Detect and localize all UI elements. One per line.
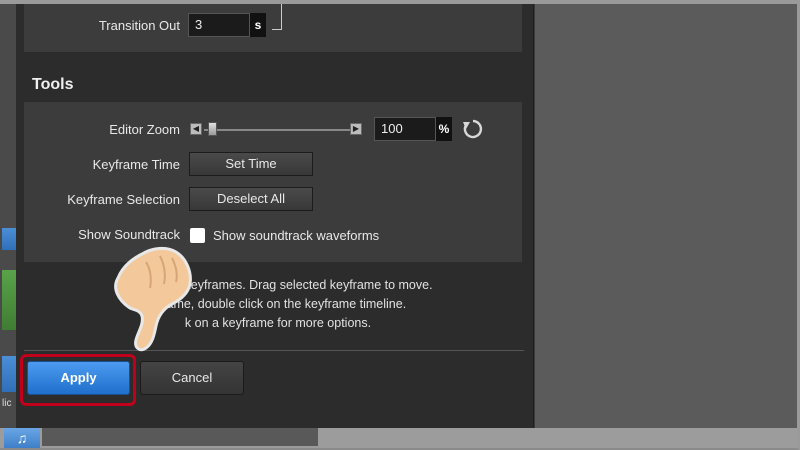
bottom-bar-segment bbox=[42, 428, 318, 446]
pointing-hand-icon bbox=[114, 246, 192, 352]
music-note-icon[interactable]: ♫ bbox=[4, 428, 40, 448]
right-preview-area bbox=[535, 4, 797, 428]
thumbnail-fragment[interactable] bbox=[2, 270, 16, 330]
transition-out-input[interactable]: 3 bbox=[188, 13, 250, 37]
editor-zoom-label: Editor Zoom bbox=[109, 122, 180, 137]
thumbnail-fragment[interactable] bbox=[2, 228, 16, 250]
bottom-status-bar: ♫ bbox=[0, 428, 800, 450]
apply-button[interactable]: Apply bbox=[27, 361, 130, 395]
footer-divider bbox=[24, 350, 524, 351]
thumbnail-fragment[interactable] bbox=[2, 356, 16, 392]
reset-zoom-icon[interactable] bbox=[462, 118, 484, 140]
zoom-increase-icon[interactable]: ▶ bbox=[350, 123, 362, 135]
zoom-slider-track[interactable] bbox=[204, 129, 350, 131]
tools-heading: Tools bbox=[32, 76, 74, 93]
cancel-button[interactable]: Cancel bbox=[140, 361, 244, 395]
left-panel-strip: lic bbox=[0, 0, 16, 450]
strip-text-fragment: lic bbox=[2, 398, 12, 409]
transition-out-unit: s bbox=[250, 13, 266, 37]
transition-out-label: Transition Out bbox=[98, 18, 180, 33]
zoom-decrease-icon[interactable]: ◀ bbox=[190, 123, 202, 135]
bracket-line bbox=[272, 0, 282, 30]
tools-section: Editor Zoom ◀ ▶ 100 % Keyframe Time Set … bbox=[24, 102, 522, 262]
zoom-slider-knob[interactable] bbox=[208, 122, 218, 136]
keyframe-selection-label: Keyframe Selection bbox=[67, 192, 180, 207]
set-time-button[interactable]: Set Time bbox=[189, 152, 313, 176]
deselect-all-button[interactable]: Deselect All bbox=[189, 187, 313, 211]
keyframe-time-label: Keyframe Time bbox=[92, 157, 180, 172]
soundtrack-waveforms-label[interactable]: Show soundtrack waveforms bbox=[213, 228, 379, 243]
zoom-input[interactable]: 100 bbox=[374, 117, 436, 141]
transition-section: Transition Out 3 s bbox=[24, 0, 522, 52]
zoom-unit: % bbox=[436, 117, 452, 141]
